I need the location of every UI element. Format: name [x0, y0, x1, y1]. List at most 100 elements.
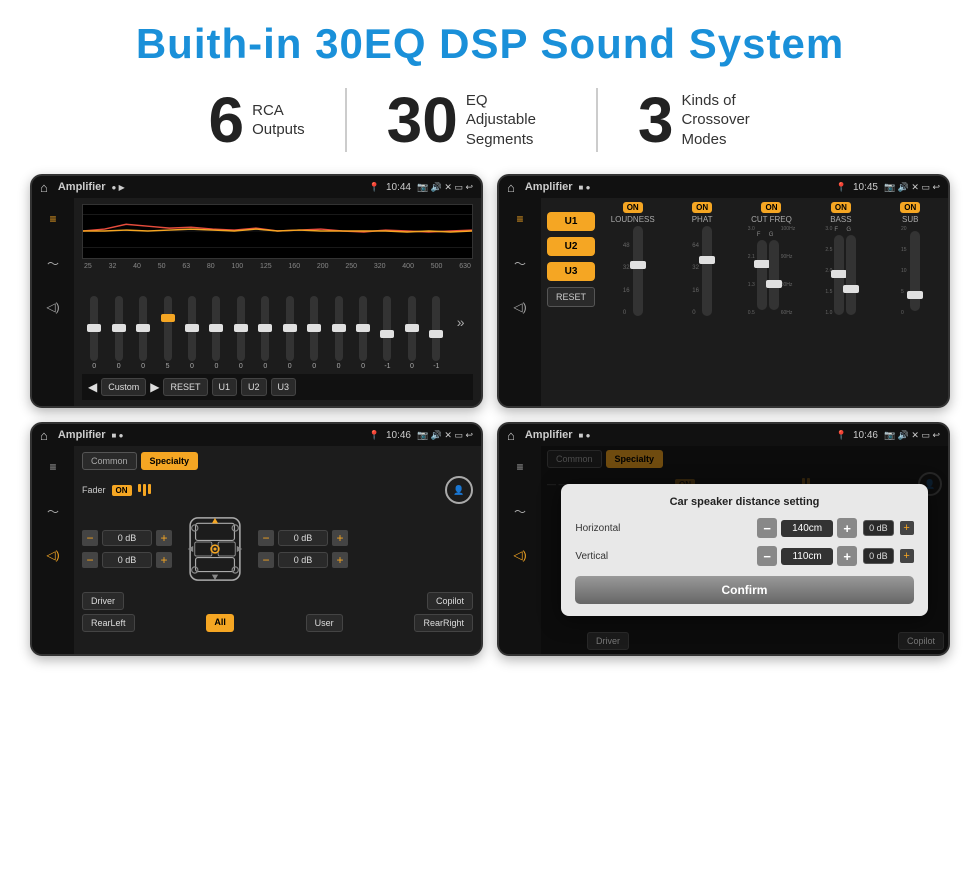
- eq-icon[interactable]: ≡: [40, 206, 66, 232]
- minus-right-2[interactable]: −: [258, 552, 274, 568]
- cutfreq-slider-g[interactable]: [769, 240, 779, 310]
- all-btn-br[interactable]: All: [703, 654, 731, 656]
- plus-left-2[interactable]: +: [156, 552, 172, 568]
- crossover-screen: ⌂ Amplifier ■ ● 📍 10:46 📷 🔊 ✕ ▭ ↩ ≡ 〜 ◁)…: [30, 422, 483, 656]
- db-left-1: 0 dB: [102, 530, 152, 546]
- preset-custom[interactable]: Custom: [101, 378, 146, 396]
- vertical-plus[interactable]: +: [837, 546, 857, 566]
- on-bass[interactable]: ON: [831, 202, 851, 213]
- minus-left-2[interactable]: −: [82, 552, 98, 568]
- driver-btn-bl[interactable]: Driver: [82, 592, 124, 610]
- rearright-btn-br[interactable]: RearRight: [885, 654, 944, 656]
- horizontal-value: 140cm: [781, 520, 833, 537]
- eq-graph: [82, 204, 473, 259]
- br-plus-db-1[interactable]: +: [900, 521, 914, 535]
- on-cutfreq[interactable]: ON: [761, 202, 781, 213]
- eq-icon-bl[interactable]: ≡: [40, 454, 66, 480]
- wave-icon-tr[interactable]: 〜: [507, 250, 533, 276]
- rearleft-btn-br[interactable]: RearLef...: [587, 654, 645, 656]
- stat-eq-text: EQ AdjustableSegments: [466, 91, 556, 150]
- copilot-btn-br[interactable]: Copilot: [898, 632, 944, 650]
- time-tl: 10:44: [386, 182, 411, 193]
- speaker-icon-bl[interactable]: ◁): [40, 542, 66, 568]
- tab-specialty[interactable]: Specialty: [141, 452, 199, 470]
- plus-right-2[interactable]: +: [332, 552, 348, 568]
- tab-common[interactable]: Common: [82, 452, 137, 470]
- u1-btn-tl[interactable]: U1: [212, 378, 238, 396]
- dialog-box: Car speaker distance setting Horizontal …: [561, 484, 927, 616]
- time-br: 10:46: [853, 430, 878, 441]
- ch-loudness: ON LOUDNESS 4832160: [601, 202, 664, 402]
- horizontal-minus[interactable]: −: [757, 518, 777, 538]
- fader-on[interactable]: ON: [112, 485, 132, 496]
- user-btn-br[interactable]: User: [790, 654, 827, 656]
- bass-slider-f[interactable]: [834, 235, 844, 315]
- bass-label: BASS: [830, 215, 851, 224]
- app-name-tl: Amplifier: [58, 181, 106, 193]
- home-icon: ⌂: [40, 180, 48, 195]
- speaker-icon-tr[interactable]: ◁): [507, 294, 533, 320]
- dialog-vertical-row: Vertical − 110cm + 0 dB +: [575, 546, 913, 566]
- on-phat[interactable]: ON: [692, 202, 712, 213]
- sub-slider[interactable]: [910, 231, 920, 311]
- copilot-btn-bl[interactable]: Copilot: [427, 592, 473, 610]
- next-arrow[interactable]: ▶: [150, 380, 159, 394]
- vertical-minus[interactable]: −: [757, 546, 777, 566]
- eq-slider-3: 5: [164, 296, 172, 370]
- eq-icon-br[interactable]: ≡: [507, 454, 533, 480]
- user-btn-bl[interactable]: User: [306, 614, 343, 632]
- wave-icon-br[interactable]: 〜: [507, 498, 533, 524]
- left-icons: ≡ 〜 ◁): [32, 198, 74, 406]
- reset-btn-tr[interactable]: RESET: [547, 287, 595, 307]
- ch-right-2: − 0 dB +: [258, 552, 348, 568]
- eq-sliders[interactable]: 0 0 0: [82, 274, 473, 374]
- app-name-br: Amplifier: [525, 429, 573, 441]
- confirm-button[interactable]: Confirm: [575, 576, 913, 604]
- stat-crossover: 3 Kinds ofCrossover Modes: [598, 88, 812, 152]
- br-plus-db-2[interactable]: +: [900, 549, 914, 563]
- all-btn-bl[interactable]: All: [206, 614, 234, 632]
- dialog-horizontal-row: Horizontal − 140cm + 0 dB +: [575, 518, 913, 538]
- on-loudness[interactable]: ON: [623, 202, 643, 213]
- phat-slider[interactable]: [702, 226, 712, 316]
- u2-btn[interactable]: U2: [547, 237, 595, 256]
- br-bottom-btns: Driver Copilot: [587, 632, 944, 650]
- user-icon-bl[interactable]: 👤: [445, 476, 473, 504]
- on-sub[interactable]: ON: [900, 202, 920, 213]
- car-diagram: [180, 514, 250, 584]
- plus-left-1[interactable]: +: [156, 530, 172, 546]
- u3-btn-tl[interactable]: U3: [271, 378, 297, 396]
- driver-btn-br[interactable]: Driver: [587, 632, 629, 650]
- reset-btn-tl[interactable]: RESET: [163, 378, 207, 396]
- cutfreq-slider-f[interactable]: [757, 240, 767, 310]
- eq-icon-tr[interactable]: ≡: [507, 206, 533, 232]
- eq-slider-13: 0: [408, 296, 416, 370]
- rearright-btn-bl[interactable]: RearRight: [414, 614, 473, 632]
- eq-slider-7: 0: [261, 296, 269, 370]
- bass-slider-g[interactable]: [846, 235, 856, 315]
- horizontal-plus[interactable]: +: [837, 518, 857, 538]
- u2-btn-tl[interactable]: U2: [241, 378, 267, 396]
- dots-bl: ■ ●: [112, 431, 124, 440]
- prev-arrow[interactable]: ◀: [88, 380, 97, 394]
- eq-slider-1: 0: [115, 296, 123, 370]
- amp-screen: ⌂ Amplifier ■ ● 📍 10:45 📷 🔊 ✕ ▭ ↩ ≡ 〜 ◁)…: [497, 174, 950, 408]
- u1-btn[interactable]: U1: [547, 212, 595, 231]
- eq-slider-4: 0: [188, 296, 196, 370]
- dialog-overlay: Car speaker distance setting Horizontal …: [541, 446, 948, 654]
- u3-btn[interactable]: U3: [547, 262, 595, 281]
- wave-icon[interactable]: 〜: [40, 250, 66, 276]
- eq-slider-14: -1: [432, 296, 440, 370]
- eq-body: ≡ 〜 ◁): [32, 198, 481, 406]
- speaker-icon[interactable]: ◁): [40, 294, 66, 320]
- minus-right-1[interactable]: −: [258, 530, 274, 546]
- loudness-slider[interactable]: [633, 226, 643, 316]
- fader-label: Fader: [82, 485, 106, 495]
- wave-icon-bl[interactable]: 〜: [40, 498, 66, 524]
- eq-main: 2532405063 80100125160200 25032040050063…: [74, 198, 481, 406]
- plus-right-1[interactable]: +: [332, 530, 348, 546]
- rearleft-btn-bl[interactable]: RearLeft: [82, 614, 135, 632]
- amp-channels: ON LOUDNESS 4832160: [601, 202, 942, 402]
- speaker-icon-br[interactable]: ◁): [507, 542, 533, 568]
- minus-left-1[interactable]: −: [82, 530, 98, 546]
